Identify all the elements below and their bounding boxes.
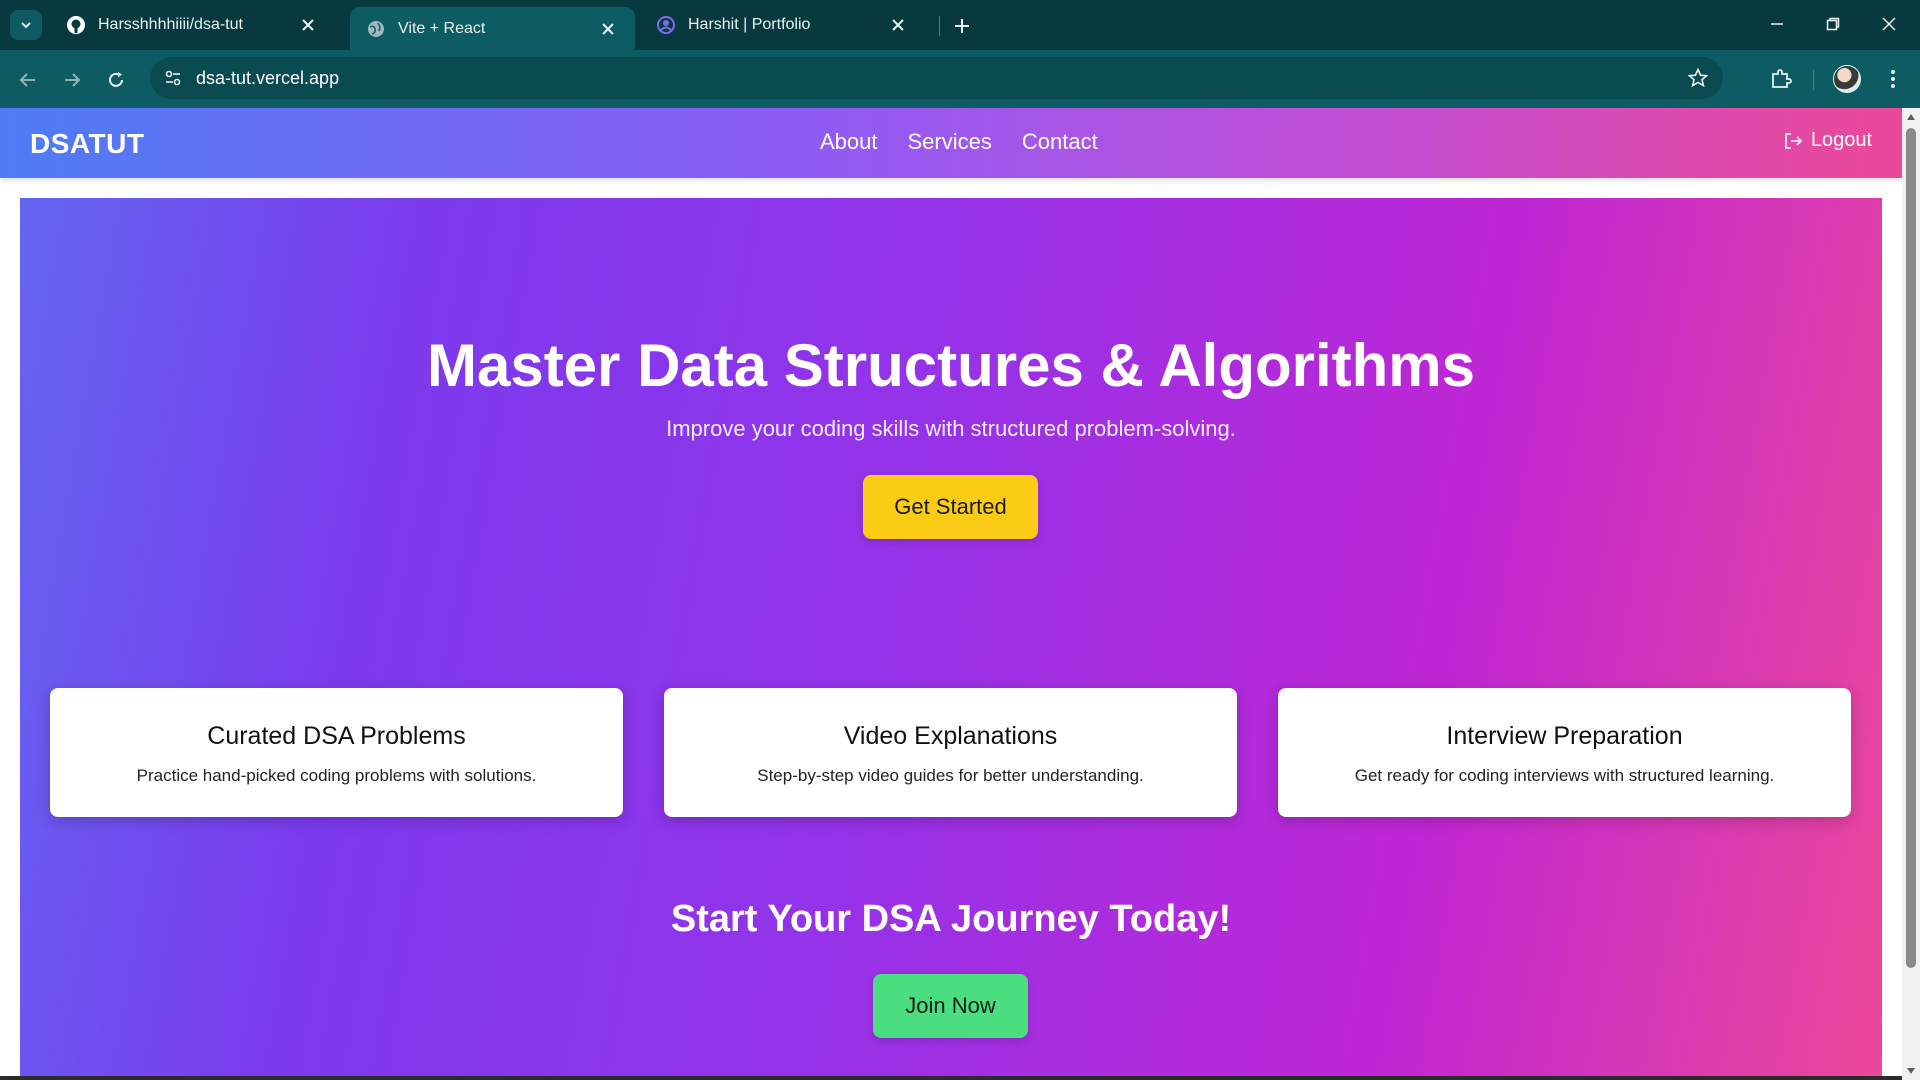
page-viewport: DSATUT About Services Contact Logout Mas… bbox=[0, 108, 1902, 1080]
puzzle-icon bbox=[1772, 69, 1792, 88]
tab-search-button[interactable] bbox=[10, 10, 42, 40]
extensions-button[interactable] bbox=[1766, 64, 1796, 94]
browser-tab-strip: Harsshhhhiiii/dsa-tut Vite + React Harsh… bbox=[0, 0, 1920, 50]
scrollbar-thumb[interactable] bbox=[1906, 128, 1916, 968]
new-tab-button[interactable] bbox=[948, 12, 976, 40]
browser-menu-button[interactable] bbox=[1878, 64, 1908, 94]
join-now-button[interactable]: Join Now bbox=[873, 974, 1028, 1038]
feature-description: Get ready for coding interviews with str… bbox=[1354, 766, 1775, 785]
nav-link-contact[interactable]: Contact bbox=[1022, 129, 1098, 155]
tab-title: Harshit | Portfolio bbox=[688, 16, 811, 33]
window-close-button[interactable] bbox=[1866, 8, 1912, 40]
close-icon[interactable] bbox=[597, 18, 619, 40]
tab-vite-react[interactable]: Vite + React bbox=[350, 7, 635, 50]
feature-card: Video Explanations Step-by-step video gu… bbox=[664, 688, 1237, 817]
github-icon bbox=[66, 15, 86, 35]
nav-link-about[interactable]: About bbox=[820, 129, 878, 155]
chevron-down-icon bbox=[21, 22, 31, 29]
page-scrollbar[interactable] bbox=[1902, 108, 1920, 1080]
plus-icon bbox=[955, 19, 969, 33]
close-icon[interactable] bbox=[297, 14, 319, 36]
url-text[interactable]: dsa-tut.vercel.app bbox=[196, 68, 339, 89]
nav-links: About Services Contact bbox=[820, 129, 1098, 155]
browser-toolbar: dsa-tut.vercel.app bbox=[0, 50, 1920, 108]
hero-title: Master Data Structures & Algorithms bbox=[426, 332, 1475, 399]
feature-description: Step-by-step video guides for better und… bbox=[757, 766, 1144, 785]
page-bottom-edge bbox=[0, 1076, 1902, 1080]
forward-button[interactable] bbox=[56, 64, 88, 96]
portfolio-icon bbox=[656, 15, 676, 35]
get-started-button[interactable]: Get Started bbox=[863, 475, 1038, 539]
arrow-right-icon bbox=[65, 73, 81, 87]
arrow-left-icon bbox=[19, 73, 35, 87]
minimize-button[interactable] bbox=[1754, 8, 1800, 40]
scroll-up-arrow-icon[interactable] bbox=[1905, 112, 1917, 122]
hero-subtitle: Improve your coding skills with structur… bbox=[666, 416, 1236, 441]
site-navbar: DSATUT About Services Contact Logout bbox=[0, 108, 1902, 178]
feature-description: Practice hand-picked coding problems wit… bbox=[136, 766, 537, 785]
feature-title: Video Explanations bbox=[843, 722, 1058, 750]
hero-section: Master Data Structures & Algorithms Impr… bbox=[20, 198, 1882, 1080]
brand-logo[interactable]: DSATUT bbox=[30, 128, 144, 160]
feature-card: Curated DSA Problems Practice hand-picke… bbox=[50, 688, 623, 817]
tab-portfolio[interactable]: Harshit | Portfolio bbox=[640, 7, 925, 43]
site-settings-icon[interactable] bbox=[162, 67, 184, 89]
logout-icon bbox=[1785, 132, 1802, 149]
scroll-down-arrow-icon[interactable] bbox=[1905, 1066, 1917, 1076]
minimize-icon bbox=[1771, 23, 1783, 25]
tab-title: Harsshhhhiiii/dsa-tut bbox=[98, 16, 243, 33]
close-icon[interactable] bbox=[887, 14, 909, 36]
tab-github[interactable]: Harsshhhhiiii/dsa-tut bbox=[50, 7, 335, 43]
tab-divider bbox=[939, 16, 940, 36]
reload-button[interactable] bbox=[100, 64, 132, 96]
feature-title: Curated DSA Problems bbox=[207, 722, 466, 750]
reload-icon bbox=[109, 72, 123, 87]
feature-card: Interview Preparation Get ready for codi… bbox=[1278, 688, 1851, 817]
tab-title: Vite + React bbox=[398, 19, 486, 37]
restore-button[interactable] bbox=[1810, 8, 1856, 40]
globe-icon bbox=[366, 19, 386, 39]
journey-title: Start Your DSA Journey Today! bbox=[670, 898, 1232, 940]
close-icon bbox=[1882, 17, 1896, 31]
logout-button[interactable]: Logout bbox=[1783, 129, 1872, 152]
feature-title: Interview Preparation bbox=[1446, 722, 1683, 750]
nav-link-services[interactable]: Services bbox=[908, 129, 992, 155]
toolbar-divider bbox=[1813, 70, 1814, 90]
restore-icon bbox=[1826, 17, 1840, 31]
logout-label: Logout bbox=[1810, 129, 1872, 151]
back-button[interactable] bbox=[12, 64, 44, 96]
kebab-menu-icon bbox=[1891, 70, 1895, 88]
profile-button[interactable] bbox=[1832, 64, 1862, 94]
bookmark-star-icon[interactable] bbox=[1687, 67, 1709, 89]
avatar bbox=[1833, 65, 1861, 93]
address-bar[interactable]: dsa-tut.vercel.app bbox=[150, 57, 1723, 99]
